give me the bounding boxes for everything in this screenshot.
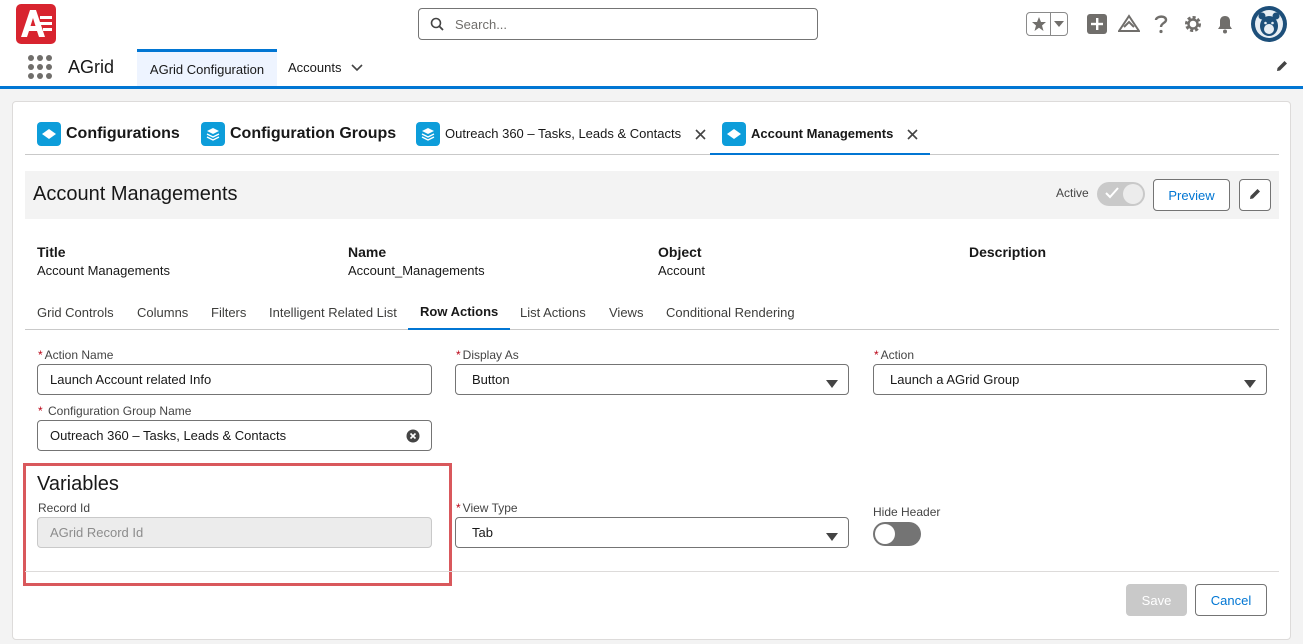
- tab-label: Configuration Groups: [230, 125, 397, 142]
- favorites-control[interactable]: [1026, 12, 1068, 36]
- tab-list-actions[interactable]: List Actions: [520, 294, 586, 330]
- edit-button[interactable]: [1239, 179, 1271, 211]
- tab-outreach-360[interactable]: Outreach 360 – Tasks, Leads & Contacts: [416, 122, 706, 155]
- close-icon[interactable]: [907, 122, 918, 146]
- record-id-label: Record Id: [38, 501, 91, 515]
- variables-heading: Variables: [37, 473, 119, 495]
- detail-name: Name Account_Managements: [348, 244, 485, 278]
- active-toggle[interactable]: [1097, 182, 1145, 206]
- global-header: [0, 0, 1303, 49]
- action-name-label: * Action Name: [38, 348, 114, 362]
- star-icon[interactable]: [1027, 13, 1051, 35]
- tab-views[interactable]: Views: [609, 294, 643, 330]
- detail-description: Description: [969, 244, 1046, 263]
- detail-object: Object Account: [658, 244, 705, 278]
- layers-icon: [416, 122, 440, 146]
- tab-intelligent-related-list[interactable]: Intelligent Related List: [269, 294, 397, 330]
- detail-title: Title Account Managements: [37, 244, 170, 278]
- tab-columns[interactable]: Columns: [137, 294, 188, 330]
- close-icon[interactable]: [695, 122, 706, 146]
- search-icon: [419, 17, 455, 31]
- tab-configuration-groups[interactable]: Configuration Groups: [201, 122, 396, 155]
- tab-row-actions[interactable]: Row Actions: [408, 294, 511, 330]
- action-select[interactable]: Launch a AGrid Group: [873, 364, 1267, 395]
- clear-icon[interactable]: [406, 429, 420, 446]
- configuration-icon: [722, 122, 746, 146]
- chevron-down-icon: [826, 529, 838, 544]
- detail-value: Account: [658, 263, 705, 278]
- workspace-tabs: Configurations Configuration Groups Outr…: [25, 114, 1279, 155]
- view-type-value: Tab: [472, 525, 493, 540]
- action-value: Launch a AGrid Group: [890, 372, 1020, 387]
- app-navigation-bar: AGrid AGrid Configuration Accounts: [0, 49, 1303, 89]
- action-label: * Action: [874, 348, 915, 362]
- layers-icon: [201, 122, 225, 146]
- tab-label: Account Managements: [751, 126, 894, 141]
- config-group-label: * Configuration Group Name: [38, 404, 192, 418]
- view-type-label: * View Type: [456, 501, 518, 515]
- tab-configurations[interactable]: Configurations: [37, 122, 180, 155]
- display-as-label: * Display As: [456, 348, 519, 362]
- global-search[interactable]: [418, 8, 818, 40]
- header-utility-icons: [1026, 6, 1287, 42]
- save-button[interactable]: Save: [1126, 584, 1187, 616]
- tab-account-managements[interactable]: Account Managements: [710, 122, 931, 155]
- cancel-button[interactable]: Cancel: [1195, 584, 1267, 616]
- edit-nav-icon[interactable]: [1275, 59, 1289, 76]
- help-icon[interactable]: [1145, 8, 1177, 40]
- trailhead-icon[interactable]: [1113, 8, 1145, 40]
- hide-header-label: Hide Header: [873, 505, 941, 519]
- tab-label: Configurations: [66, 125, 180, 142]
- chevron-down-icon: [826, 376, 838, 391]
- chevron-down-icon: [1244, 376, 1256, 391]
- add-icon[interactable]: [1081, 8, 1113, 40]
- detail-value: Account Managements: [37, 263, 170, 278]
- display-as-value: Button: [472, 372, 510, 387]
- detail-label: Name: [348, 244, 387, 260]
- detail-value: Account_Managements: [348, 263, 485, 278]
- search-input[interactable]: [455, 16, 795, 32]
- record-id-input: AGrid Record Id: [37, 517, 432, 548]
- config-group-input[interactable]: Outreach 360 – Tasks, Leads & Contacts: [37, 420, 432, 451]
- main-card: Configurations Configuration Groups Outr…: [12, 101, 1291, 640]
- detail-label: Title: [37, 244, 66, 260]
- footer-divider: [25, 571, 1279, 572]
- pencil-icon: [1248, 187, 1262, 204]
- user-avatar[interactable]: [1251, 6, 1287, 42]
- nav-tab-agrid-configuration[interactable]: AGrid Configuration: [137, 49, 277, 86]
- nav-tab-accounts[interactable]: Accounts: [288, 49, 364, 86]
- page-title: Account Managements: [33, 183, 238, 205]
- detail-label: Object: [658, 244, 702, 260]
- detail-label: Description: [969, 244, 1047, 260]
- record-header: Account Managements Active Preview: [25, 171, 1279, 219]
- display-as-select[interactable]: Button: [455, 364, 849, 395]
- sub-tabs: Grid Controls Columns Filters Intelligen…: [25, 294, 1279, 330]
- bell-icon[interactable]: [1209, 8, 1241, 40]
- check-icon: [1105, 187, 1119, 202]
- nav-tab-label: Accounts: [288, 60, 342, 75]
- view-type-select[interactable]: Tab: [455, 517, 849, 548]
- gear-icon[interactable]: [1177, 8, 1209, 40]
- app-logo-icon[interactable]: [16, 4, 56, 44]
- configuration-icon: [37, 122, 61, 146]
- hide-header-toggle[interactable]: [873, 522, 921, 546]
- action-name-input[interactable]: Launch Account related Info: [37, 364, 432, 395]
- tab-conditional-rendering[interactable]: Conditional Rendering: [666, 294, 795, 330]
- chevron-down-icon[interactable]: [351, 63, 364, 72]
- app-name: AGrid: [68, 57, 115, 77]
- tab-label: Outreach 360 – Tasks, Leads & Contacts: [445, 126, 682, 141]
- chevron-down-icon[interactable]: [1051, 13, 1067, 35]
- tab-grid-controls[interactable]: Grid Controls: [37, 294, 114, 330]
- app-launcher-icon[interactable]: [28, 55, 52, 79]
- tab-filters[interactable]: Filters: [211, 294, 246, 330]
- preview-button[interactable]: Preview: [1153, 179, 1230, 211]
- active-label: Active: [1056, 186, 1089, 200]
- config-group-value: Outreach 360 – Tasks, Leads & Contacts: [50, 428, 287, 443]
